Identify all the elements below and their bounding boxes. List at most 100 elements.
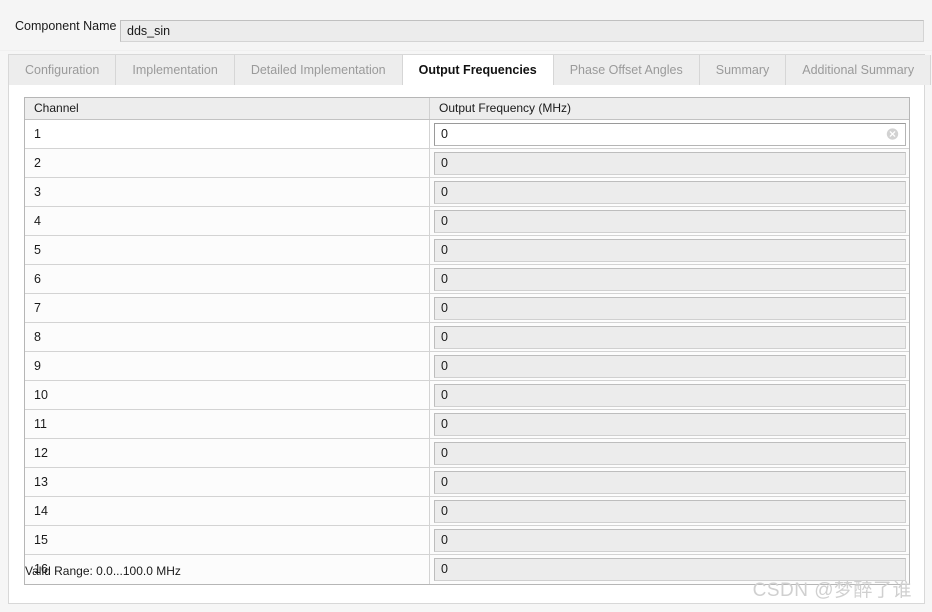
- table-row[interactable]: 11 0: [25, 410, 909, 439]
- component-name-bar: Component Name dds_sin: [0, 0, 932, 51]
- table-row[interactable]: 50: [25, 236, 909, 265]
- output-frequency-value: 0: [441, 213, 448, 228]
- channel-cell: 6: [25, 265, 430, 293]
- tab-additional-summary[interactable]: Additional Summary: [786, 55, 932, 85]
- tab-label: Summary: [715, 63, 770, 77]
- table-row[interactable]: 70: [25, 294, 909, 323]
- output-frequency-value: 0: [441, 242, 448, 257]
- valid-range-note: Valid Range: 0.0...100.0 MHz: [25, 564, 181, 578]
- table-body: 1 0 2 0 3 0 4 0 5 0 6 0 7 0 8 0 9 0 10 0 11 0 12 0 13 0 14 0 15 0 16 0: [25, 120, 909, 584]
- output-frequencies-table: Channel Output Frequency (MHz) 102030405…: [24, 97, 910, 585]
- tab-summary[interactable]: Summary: [699, 55, 787, 85]
- table-header-row: Channel Output Frequency (MHz): [25, 98, 909, 120]
- output-frequency-input[interactable]: 0: [434, 122, 906, 146]
- table-row[interactable]: 10 0: [25, 381, 909, 410]
- output-frequency-value: 0: [441, 532, 448, 547]
- channel-cell: 3: [25, 178, 430, 206]
- tab-label: Output Frequencies: [418, 63, 537, 77]
- tab-configuration[interactable]: Configuration: [9, 55, 117, 85]
- output-frequency-input[interactable]: 0: [434, 180, 906, 204]
- channel-cell: 15: [25, 526, 430, 554]
- frequency-cell: 0: [430, 323, 909, 351]
- output-frequency-input[interactable]: 0: [434, 441, 906, 465]
- table-row[interactable]: 40: [25, 207, 909, 236]
- column-header-output-frequency: Output Frequency (MHz): [439, 101, 572, 115]
- column-header-channel: Channel: [25, 98, 430, 119]
- output-frequency-input[interactable]: 0: [434, 209, 906, 233]
- output-frequency-value: 0: [441, 387, 448, 402]
- frequency-cell: 0: [430, 468, 909, 496]
- frequency-cell: 0: [430, 439, 909, 467]
- table-row[interactable]: 10: [25, 120, 909, 149]
- output-frequency-value: 0: [441, 300, 448, 315]
- frequency-cell: 0: [430, 381, 909, 409]
- table-row[interactable]: 14 0: [25, 497, 909, 526]
- output-frequency-value: 0: [441, 155, 448, 170]
- output-frequency-value: 0: [441, 126, 448, 141]
- table-row[interactable]: 60: [25, 265, 909, 294]
- tab-implementation[interactable]: Implementation: [116, 55, 235, 85]
- table-row[interactable]: 15 0: [25, 526, 909, 555]
- output-frequency-value: 0: [441, 184, 448, 199]
- frequency-cell: 0: [430, 410, 909, 438]
- frequency-cell: 0: [430, 497, 909, 525]
- tab-label: Detailed Implementation: [250, 63, 386, 77]
- channel-cell: 10: [25, 381, 430, 409]
- output-frequency-value: 0: [441, 416, 448, 431]
- table-row[interactable]: 30: [25, 178, 909, 207]
- frequency-cell: 0: [430, 120, 909, 148]
- tab-detailed-implementation[interactable]: Detailed Implementation: [234, 55, 403, 85]
- table-row[interactable]: 90: [25, 352, 909, 381]
- channel-cell: 1: [25, 120, 430, 148]
- tab-output-frequencies[interactable]: Output Frequencies: [401, 55, 554, 85]
- tab-label: Phase Offset Angles: [569, 63, 683, 77]
- frequency-cell: 0: [430, 352, 909, 380]
- channel-cell: 14: [25, 497, 430, 525]
- output-frequency-value: 0: [441, 271, 448, 286]
- output-frequency-value: 0: [441, 503, 448, 518]
- output-frequency-input[interactable]: 0: [434, 470, 906, 494]
- output-frequency-value: 0: [441, 562, 448, 576]
- csdn-watermark: CSDN @梦醉了谁: [752, 580, 912, 601]
- tab-label: Configuration: [25, 63, 100, 77]
- output-frequency-input[interactable]: 0: [434, 383, 906, 407]
- output-frequency-input[interactable]: 0: [434, 499, 906, 523]
- frequency-cell: 0: [430, 149, 909, 177]
- tab-label: Implementation: [132, 63, 218, 77]
- output-frequency-input[interactable]: 0: [434, 151, 906, 175]
- output-frequency-input[interactable]: 0: [434, 296, 906, 320]
- output-frequency-input[interactable]: 0: [434, 267, 906, 291]
- tab-bar: Configuration Implementation Detailed Im…: [8, 54, 932, 85]
- frequency-cell: 0: [430, 178, 909, 206]
- output-frequency-value: 0: [441, 474, 448, 489]
- clear-circle-icon[interactable]: [886, 128, 899, 141]
- output-frequency-input[interactable]: 0: [434, 412, 906, 436]
- output-frequency-input[interactable]: 0: [434, 528, 906, 552]
- tab-phase-offset-angles[interactable]: Phase Offset Angles: [553, 55, 700, 85]
- output-frequency-input[interactable]: 0: [434, 238, 906, 262]
- channel-cell: 9: [25, 352, 430, 380]
- output-frequency-value: 0: [441, 358, 448, 373]
- frequency-cell: 0: [430, 265, 909, 293]
- vivado-ip-customize-window: Component Name dds_sin Configuration Imp…: [0, 0, 932, 612]
- table-row[interactable]: 13 0: [25, 468, 909, 497]
- frequency-cell: 0: [430, 526, 909, 554]
- output-frequency-value: 0: [441, 445, 448, 460]
- frequency-cell: 0: [430, 236, 909, 264]
- channel-cell: 7: [25, 294, 430, 322]
- channel-cell: 4: [25, 207, 430, 235]
- output-frequency-input[interactable]: 0: [434, 354, 906, 378]
- channel-cell: 8: [25, 323, 430, 351]
- table-row[interactable]: 20: [25, 149, 909, 178]
- output-frequencies-panel: Channel Output Frequency (MHz) 102030405…: [8, 85, 925, 604]
- component-name-input[interactable]: dds_sin: [120, 20, 924, 42]
- channel-cell: 13: [25, 468, 430, 496]
- component-name-label: Component Name: [15, 19, 117, 33]
- table-row[interactable]: 80: [25, 323, 909, 352]
- output-frequency-input[interactable]: 0: [434, 325, 906, 349]
- frequency-cell: 0: [430, 294, 909, 322]
- channel-cell: 11: [25, 410, 430, 438]
- tab-label: Additional Summary: [802, 63, 915, 77]
- table-row[interactable]: 12 0: [25, 439, 909, 468]
- channel-cell: 12: [25, 439, 430, 467]
